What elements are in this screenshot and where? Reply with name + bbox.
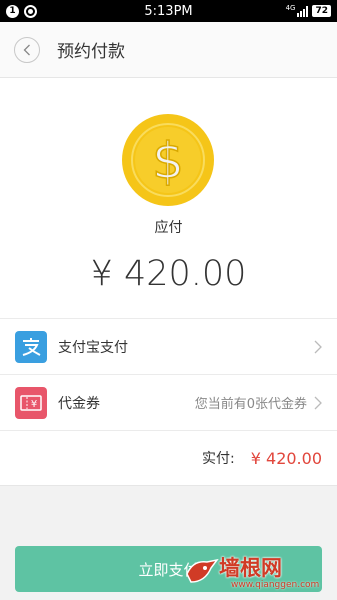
amount-section: $ 应付 ¥ 420.00 [0,78,337,318]
battery-level: 72 [312,5,331,17]
amount-due-label: 应付 [154,220,183,236]
watermark-logo-icon [186,558,219,583]
total-row: 实付: ¥ 420.00 [0,430,337,486]
payment-screen: 1 5:13PM 4G 72 预约付款 $ 应付 ¥ 420.00 支付宝支付 … [0,0,337,600]
coin-dollar-icon: $ [122,114,214,206]
status-right: 4G 72 [285,3,331,17]
ticket-glyph: ¥ [20,394,42,411]
status-bar: 1 5:13PM 4G 72 [0,0,337,22]
svg-text:¥: ¥ [31,399,37,410]
app-header: 预约付款 [0,22,337,78]
page-title: 预约付款 [57,42,125,62]
signal-icon [297,5,309,17]
alipay-icon [15,330,47,363]
back-button[interactable] [14,36,40,63]
voucher-count-hint: 您当前有0张代金券 [194,397,307,412]
notification-count-badge: 1 [6,4,19,18]
network-type: 4G [285,3,296,12]
chevron-right-icon [314,340,322,353]
chevron-left-icon [23,44,30,55]
chevron-right-icon [314,396,322,409]
amount-due-value: ¥ 420.00 [90,254,247,294]
total-label: 实付: [202,451,235,467]
voucher-row[interactable]: ¥ 代金券 您当前有0张代金券 [0,374,337,430]
svg-text:$: $ [152,132,184,190]
watermark-text: 墙根网 [219,556,282,580]
watermark-url: www.qianggen.com [231,580,320,590]
site-watermark: 墙根网 www.qianggen.com [183,552,333,596]
alipay-glyph [22,337,41,356]
voucher-label: 代金券 [58,395,100,412]
alipay-label: 支付宝支付 [58,339,128,356]
voucher-icon: ¥ [15,386,47,419]
record-icon [24,4,37,18]
total-value: ¥ 420.00 [250,448,322,468]
status-left: 1 [6,4,37,18]
payment-method-alipay[interactable]: 支付宝支付 [0,318,337,374]
